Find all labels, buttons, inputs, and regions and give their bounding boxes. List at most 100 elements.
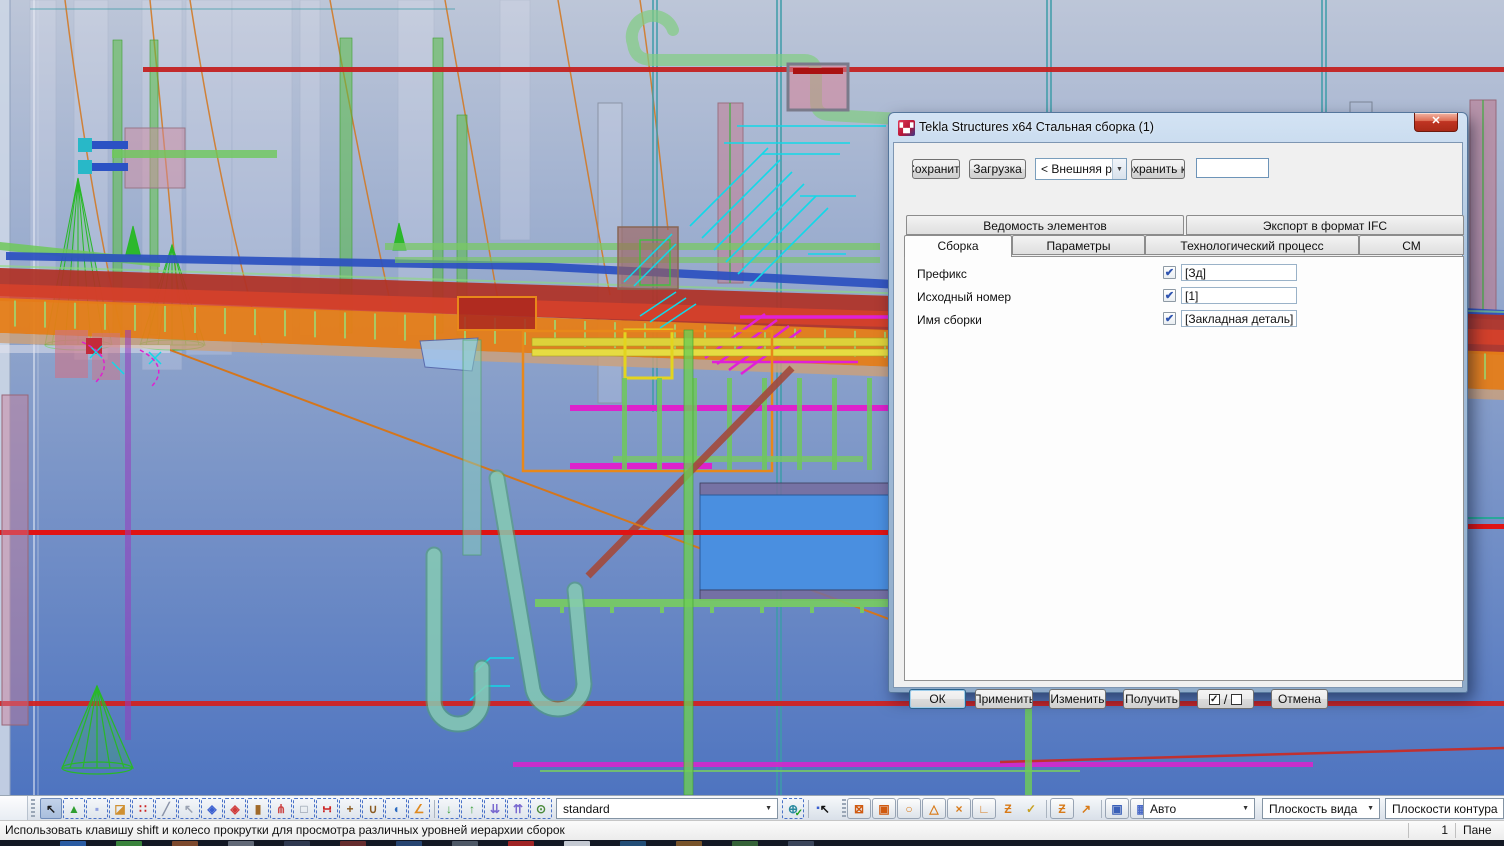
field-input-2[interactable]: [Закладная деталь] bbox=[1181, 310, 1297, 327]
select-planes-switch-icon: □ bbox=[300, 802, 307, 816]
save-as-name-input[interactable] bbox=[1196, 158, 1269, 178]
select-assemblies-switch[interactable]: ◈ bbox=[201, 798, 223, 819]
application-window: ▚▞ Tekla Structures x64 Стальная сборка … bbox=[0, 0, 1504, 846]
field-label-2: Имя сборки bbox=[917, 313, 982, 327]
depth-combo[interactable]: Авто▼ bbox=[1143, 798, 1255, 819]
select-parts-switch[interactable]: ▲ bbox=[63, 798, 85, 819]
select-assembly-objects-switch[interactable]: ◈ bbox=[224, 798, 246, 819]
environment-check-button[interactable]: ⊕ ✓ bbox=[782, 798, 804, 819]
contour-plane-combo[interactable]: Плоскости контура bbox=[1385, 798, 1504, 819]
bottom-toolbar: ↖▲▪◪∷╱↖◈◈▮⋔□∺+∪◖∠↓↑⇊⇈⊙ standard▼ ⊕ ✓ ▪↖ … bbox=[0, 795, 1504, 820]
tekla-logo-icon: ▚▞ bbox=[898, 120, 915, 136]
cursor-icon: ↖ bbox=[820, 802, 830, 816]
snapbar-drag-handle[interactable] bbox=[842, 799, 846, 817]
environment-combo[interactable]: < Внешняя р▼ bbox=[1035, 158, 1127, 180]
assembly-tab-panel: Префикс✔[Зд]Исходный номер✔[1]Имя сборки… bbox=[904, 256, 1464, 681]
select-parts-switch-icon: ▲ bbox=[68, 802, 80, 816]
изменить-button[interactable]: Изменить bbox=[1049, 689, 1106, 709]
snap-toolbar: ⊠▣○△×∟Ƶ✓Ƶ↗▣▦ bbox=[847, 798, 1155, 819]
field-checkbox-2[interactable]: ✔ bbox=[1163, 312, 1176, 325]
tab-сборка[interactable]: Сборка bbox=[904, 235, 1012, 257]
tab-upper-1[interactable]: Экспорт в формат IFC bbox=[1186, 215, 1464, 235]
snap-nearest-snap[interactable]: Ƶ bbox=[1050, 798, 1074, 819]
snap-center-snap-icon: ○ bbox=[905, 802, 912, 816]
field-input-0[interactable]: [Зд] bbox=[1181, 264, 1297, 281]
ок-button[interactable]: ОК bbox=[909, 689, 966, 709]
snap-midpoint-snap[interactable]: △ bbox=[922, 798, 946, 819]
history-switch-icon: ⊙ bbox=[536, 802, 546, 816]
select-points-switch[interactable]: ∷ bbox=[132, 798, 154, 819]
tab-upper-0[interactable]: Ведомость элементов bbox=[906, 215, 1184, 235]
taskbar-icon-hint bbox=[452, 841, 478, 846]
select-surfaces-switch[interactable]: ▪ bbox=[86, 798, 108, 819]
ortho-toggle[interactable]: ▣ bbox=[1105, 798, 1129, 819]
tab-см[interactable]: СМ bbox=[1359, 235, 1464, 255]
status-counter: 1 bbox=[1412, 823, 1448, 837]
plane-combo[interactable]: Плоскость вида▼ bbox=[1262, 798, 1380, 819]
toolbar-separator bbox=[1101, 800, 1102, 818]
dialog-title: Tekla Structures x64 Стальная сборка (1) bbox=[919, 120, 1154, 134]
select-views-switch[interactable]: ◪ bbox=[109, 798, 131, 819]
move-down-hierarchy-switch-icon: ↓ bbox=[446, 802, 452, 816]
history-switch[interactable]: ⊙ bbox=[530, 798, 552, 819]
snap-intersection-snap-icon: × bbox=[955, 802, 962, 816]
grid-up-switch-icon: ⇈ bbox=[513, 802, 523, 816]
select-weld-objects-switch-icon: ◖ bbox=[392, 802, 399, 816]
windows-taskbar-strip[interactable] bbox=[0, 840, 1504, 846]
grid-down-switch[interactable]: ⇊ bbox=[484, 798, 506, 819]
toolbar-drag-handle[interactable] bbox=[31, 799, 35, 817]
snap-intersection-snap[interactable]: × bbox=[947, 798, 971, 819]
select-chamfers-switch[interactable]: ∠ bbox=[408, 798, 430, 819]
snap-center-snap[interactable]: ○ bbox=[897, 798, 921, 819]
selection-switch-toolbar: ↖▲▪◪∷╱↖◈◈▮⋔□∺+∪◖∠↓↑⇊⇈⊙ bbox=[40, 798, 553, 819]
snap-perpendicular-snap[interactable]: ∟ bbox=[972, 798, 996, 819]
close-button[interactable]: ✕ bbox=[1414, 113, 1458, 132]
применить-button[interactable]: Применить bbox=[975, 689, 1033, 709]
tab-технологический-процесс[interactable]: Технологический процесс bbox=[1145, 235, 1359, 255]
taskbar-icon-hint bbox=[396, 841, 422, 846]
получить-button[interactable]: Получить bbox=[1123, 689, 1180, 709]
отмена-button[interactable]: Отмена bbox=[1271, 689, 1328, 709]
move-up-hierarchy-switch[interactable]: ↑ bbox=[461, 798, 483, 819]
move-down-hierarchy-switch[interactable]: ↓ bbox=[438, 798, 460, 819]
chevron-down-icon: ▼ bbox=[765, 805, 772, 812]
select-weld-objects-switch[interactable]: ◖ bbox=[385, 798, 407, 819]
style-combo[interactable]: standard▼ bbox=[556, 798, 778, 819]
field-checkbox-0[interactable]: ✔ bbox=[1163, 266, 1176, 279]
field-input-1[interactable]: [1] bbox=[1181, 287, 1297, 304]
field-checkbox-1[interactable]: ✔ bbox=[1163, 289, 1176, 302]
chevron-down-icon[interactable]: ▼ bbox=[1112, 159, 1126, 179]
snap-extension-snap[interactable]: Ƶ bbox=[997, 798, 1019, 819]
select-lines-switch[interactable]: ╱ bbox=[155, 798, 177, 819]
snap-nearest-snap-icon: Ƶ bbox=[1058, 802, 1065, 816]
taskbar-icon-hint bbox=[564, 841, 590, 846]
chevron-down-icon: ▼ bbox=[1242, 805, 1249, 812]
switch-select-button[interactable]: ▪↖ bbox=[812, 798, 834, 819]
snap-reference-points-snap-icon: ⊠ bbox=[854, 802, 864, 816]
save-as-button[interactable]: Сохранить как bbox=[1131, 159, 1185, 179]
snap-free-snap[interactable]: ✓ bbox=[1020, 798, 1042, 819]
field-label-0: Префикс bbox=[917, 267, 967, 281]
toggle-all-checkboxes-button[interactable]: ✓ / bbox=[1197, 689, 1254, 709]
save-button[interactable]: Сохранить bbox=[912, 159, 960, 179]
select-grid-points-switch[interactable]: ∺ bbox=[316, 798, 338, 819]
select-grid-points-switch-icon: ∺ bbox=[322, 802, 332, 816]
snap-direction-snap[interactable]: ↗ bbox=[1075, 798, 1097, 819]
select-bolt-groups-switch[interactable]: + bbox=[339, 798, 361, 819]
select-welds-switch[interactable]: ⋔ bbox=[270, 798, 292, 819]
grid-up-switch[interactable]: ⇈ bbox=[507, 798, 529, 819]
select-planes-switch[interactable]: □ bbox=[293, 798, 315, 819]
status-message: Использовать клавишу shift и колесо прок… bbox=[5, 823, 565, 837]
snap-geometry-points-snap[interactable]: ▣ bbox=[872, 798, 896, 819]
toggle-separator: / bbox=[1224, 692, 1228, 707]
tab-параметры[interactable]: Параметры bbox=[1012, 235, 1145, 255]
toolbar-separator bbox=[434, 800, 435, 818]
select-single-bolts-switch[interactable]: ∪ bbox=[362, 798, 384, 819]
select-components-switch[interactable]: ↖ bbox=[178, 798, 200, 819]
select-rebar-switch[interactable]: ▮ bbox=[247, 798, 269, 819]
snap-reference-points-snap[interactable]: ⊠ bbox=[847, 798, 871, 819]
pink-hatched-plate bbox=[788, 64, 848, 110]
select-all-switch[interactable]: ↖ bbox=[40, 798, 62, 819]
taskbar-icon-hint bbox=[340, 841, 366, 846]
load-button[interactable]: Загрузка bbox=[969, 159, 1026, 179]
